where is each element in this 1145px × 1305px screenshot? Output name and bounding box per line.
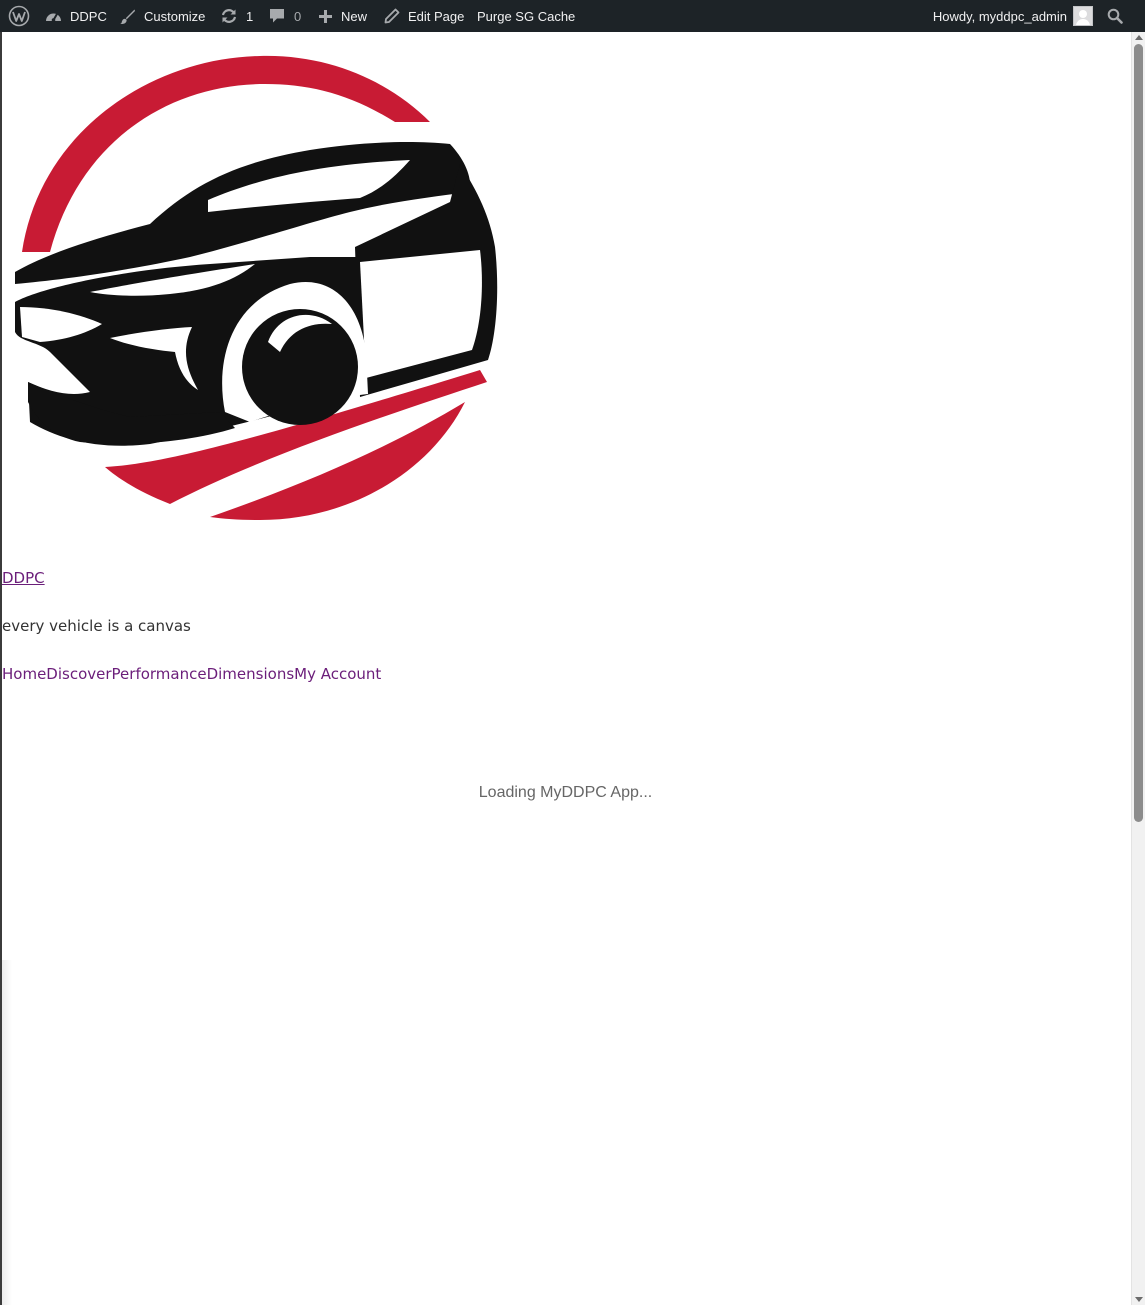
- site-tagline: every vehicle is a canvas: [2, 617, 191, 635]
- admin-bar-updates[interactable]: 1: [220, 0, 253, 32]
- wordpress-logo-icon[interactable]: [8, 0, 30, 32]
- wp-admin-bar: DDPC Customize 1 0 New Edit Page Purge S…: [0, 0, 1145, 32]
- admin-bar-customize-label: Customize: [144, 8, 206, 24]
- site-logo[interactable]: [10, 52, 502, 522]
- search-icon[interactable]: [1107, 0, 1123, 32]
- scroll-up-arrow-icon[interactable]: [1135, 35, 1143, 40]
- admin-bar-greeting: Howdy, myddpc_admin: [932, 8, 1067, 24]
- app-loading-message: Loading MyDDPC App...: [478, 784, 653, 801]
- dashboard-icon: [45, 9, 62, 24]
- scrollbar-thumb[interactable]: [1134, 44, 1143, 822]
- browser-viewport: DDPC Customize 1 0 New Edit Page Purge S…: [0, 0, 1145, 1305]
- window-edge-shadow: [2, 960, 12, 1305]
- admin-bar-account[interactable]: Howdy, myddpc_admin: [933, 0, 1093, 32]
- admin-bar-comments[interactable]: 0: [269, 0, 301, 32]
- pencil-icon: [384, 8, 400, 24]
- nav-item-home[interactable]: Home: [2, 664, 46, 684]
- paintbrush-icon: [119, 8, 136, 25]
- updates-count: 1: [246, 8, 254, 24]
- nav-item-discover[interactable]: Discover: [46, 664, 111, 684]
- admin-bar-new[interactable]: New: [318, 0, 367, 32]
- nav-item-performance[interactable]: Performance: [112, 664, 207, 684]
- admin-bar-new-label: New: [341, 8, 368, 24]
- admin-bar-purge-cache[interactable]: Purge SG Cache: [477, 0, 575, 32]
- avatar: [1073, 6, 1093, 26]
- nav-item-dimensions[interactable]: Dimensions: [207, 664, 295, 684]
- admin-bar-customize[interactable]: Customize: [119, 0, 205, 32]
- admin-bar-site-link[interactable]: DDPC: [45, 0, 107, 32]
- admin-bar-edit-page[interactable]: Edit Page: [384, 0, 464, 32]
- primary-navigation: Home Discover Performance Dimensions My …: [2, 664, 381, 684]
- admin-bar-site-name: DDPC: [70, 8, 107, 24]
- comments-count: 0: [294, 8, 302, 24]
- comment-bubble-icon: [269, 8, 285, 24]
- vertical-scrollbar[interactable]: [1131, 32, 1145, 1305]
- site-title-link[interactable]: DDPC: [2, 568, 45, 588]
- plus-icon: [318, 9, 333, 24]
- admin-bar-edit-page-label: Edit Page: [408, 8, 465, 24]
- updates-icon: [220, 8, 238, 24]
- scroll-down-arrow-icon[interactable]: [1135, 1297, 1143, 1302]
- nav-item-my-account[interactable]: My Account: [294, 664, 381, 684]
- admin-bar-purge-cache-label: Purge SG Cache: [477, 8, 576, 24]
